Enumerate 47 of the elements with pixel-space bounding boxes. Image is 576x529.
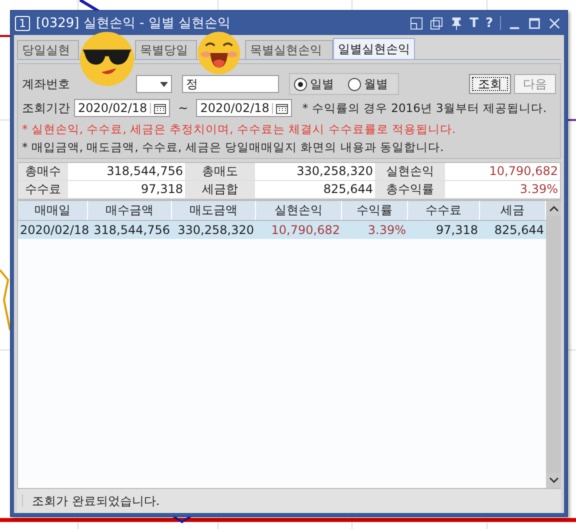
notice-text: * 매입금액, 매도금액, 수수료, 세금은 당일매매일지 화면의 내용과 동일합니다. — [22, 139, 445, 155]
summary-value: 10,790,682 — [488, 163, 559, 180]
summary-label: 총매수 — [18, 163, 68, 180]
table-cell-text: 318,544,756 — [92, 222, 171, 239]
summary-value: 97,318 — [140, 181, 184, 198]
table-cell-text: 3.39% — [366, 222, 407, 239]
summary-value: 825,644 — [322, 181, 374, 198]
column-header[interactable]: 실현손익 — [256, 201, 342, 220]
tab[interactable]: 목별당일 — [135, 40, 197, 59]
note-text: * 수익률의 경우 2016년 3월부터 제공됩니다. — [302, 100, 547, 116]
mode-radio[interactable]: 일별 — [294, 76, 334, 92]
period-label: 조회기간 — [22, 100, 70, 116]
account-name-field[interactable]: 정 — [182, 75, 279, 93]
summary-label: 총수익률 — [375, 181, 445, 198]
table-cell-text: 2020/02/18 — [19, 222, 88, 239]
account-label: 계좌번호 — [22, 76, 70, 92]
table-cell-text: 825,644 — [493, 222, 545, 239]
column-header[interactable]: 매매일 — [18, 201, 88, 220]
date-field[interactable]: 2020/02/18 — [196, 99, 292, 117]
tab[interactable]: 목별실현손익 — [245, 40, 333, 59]
summary-value: 318,544,756 — [106, 163, 184, 180]
table-cell-text: 10,790,682 — [270, 222, 341, 239]
date-field[interactable]: 2020/02/18 — [74, 99, 170, 117]
summary-value: 330,258,320 — [296, 163, 374, 180]
title-glyph-button[interactable]: ? — [485, 16, 493, 30]
table-cell-text: 330,258,320 — [176, 222, 255, 239]
notice-text: * 실현손익, 수수료, 세금은 추정치이며, 수수료는 체결시 수수료률로 적용됩니다. — [22, 121, 457, 137]
column-header[interactable]: 수익률 — [342, 201, 408, 220]
status-text: 조회가 완료되었습니다. — [32, 492, 160, 510]
mode-radio[interactable]: 월별 — [348, 76, 388, 92]
range-separator: ~ — [177, 101, 190, 115]
tab[interactable]: 일별실현손익 — [333, 38, 415, 59]
column-header[interactable]: 매도금액 — [172, 201, 256, 220]
summary-label: 세금합 — [185, 181, 255, 198]
table-row[interactable]: 2020/02/18 318,544,756 330,258,320 10,790,682 3.39% 97,318 825,644 — [18, 221, 546, 239]
title-glyph-button[interactable]: T — [470, 16, 478, 30]
window-title: [0329] 실현손익 - 일별 실현손익 — [36, 15, 232, 32]
query-button[interactable]: 조회 — [469, 74, 511, 94]
summary-label: 실현손익 — [375, 163, 445, 180]
window-number: 1 — [15, 16, 30, 30]
summary-label: 총매도 — [185, 163, 255, 180]
summary-label: 수수료 — [18, 181, 68, 198]
column-header[interactable]: 매수금액 — [88, 201, 172, 220]
column-header[interactable]: 수수료 — [408, 201, 480, 220]
table-cell-text: 97,318 — [435, 222, 479, 239]
summary-value: 3.39% — [518, 181, 559, 198]
tab[interactable]: 당일실현 — [17, 40, 79, 59]
